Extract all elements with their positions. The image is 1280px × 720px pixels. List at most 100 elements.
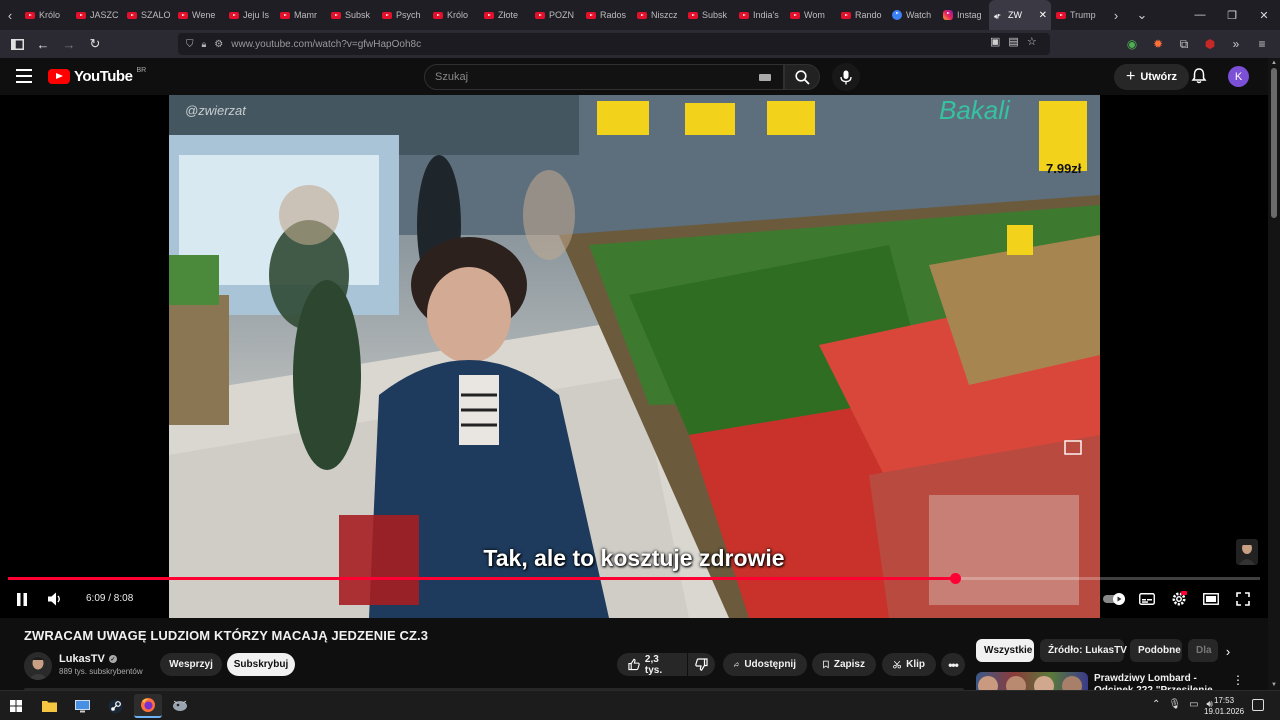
microphone-tray-icon[interactable]: 🎙︎: [1168, 699, 1181, 710]
more-actions-button[interactable]: •••: [941, 653, 965, 676]
taskbar-app[interactable]: [166, 694, 194, 718]
notification-center-icon[interactable]: [1252, 699, 1264, 711]
filter-chip[interactable]: Podobne: [1130, 639, 1182, 662]
browser-tab[interactable]: Subsk: [326, 0, 377, 30]
chevron-right-icon[interactable]: ›: [1218, 640, 1238, 662]
bookmark-star-icon[interactable]: ☆: [1027, 35, 1037, 48]
taskbar-file-explorer[interactable]: [35, 694, 63, 718]
shield-icon[interactable]: ⛉: [186, 39, 194, 50]
progress-bar[interactable]: [8, 573, 1260, 584]
close-window-icon[interactable]: ✕: [1248, 0, 1280, 30]
browser-tab[interactable]: Psych: [377, 0, 428, 30]
vpn-extension-icon[interactable]: ◉: [1122, 32, 1142, 56]
minimize-icon[interactable]: —: [1184, 0, 1216, 30]
address-bar[interactable]: ⛉ 🔒︎ ⚙ www.youtube.com/watch?v=gfwHapOoh…: [178, 33, 1050, 55]
browser-tab[interactable]: Królo: [428, 0, 479, 30]
recommendation-more-icon[interactable]: ⋮: [1232, 673, 1244, 687]
pause-button[interactable]: [12, 588, 32, 610]
notifications-bell-icon[interactable]: [1190, 67, 1208, 85]
browser-tab[interactable]: Instag: [938, 0, 989, 30]
app-menu-icon[interactable]: ≡: [1252, 32, 1272, 56]
browser-tab[interactable]: Jeju Is: [224, 0, 275, 30]
start-button[interactable]: [2, 694, 30, 718]
progress-scrubber-handle[interactable]: [949, 573, 961, 584]
filter-chip[interactable]: Wszystkie: [976, 639, 1034, 662]
sidebar-toggle-icon[interactable]: [5, 32, 29, 56]
channel-name-row[interactable]: LukasTV ✓: [59, 653, 117, 665]
clip-button[interactable]: Klip: [882, 653, 936, 676]
browser-tab[interactable]: Wene: [173, 0, 224, 30]
browser-tab[interactable]: India's: [734, 0, 785, 30]
settings-button[interactable]: [1168, 588, 1190, 610]
filter-chip[interactable]: Źródło: LukasTV: [1040, 639, 1127, 662]
recommendation-title[interactable]: Prawdziwy Lombard - Odcinek 222 "Przesil…: [1094, 673, 1224, 690]
browser-tab[interactable]: Rando: [836, 0, 887, 30]
browser-tab[interactable]: Królo: [20, 0, 71, 30]
subscribe-button[interactable]: Subskrybuj: [227, 653, 295, 676]
dislike-button[interactable]: [688, 653, 715, 676]
tab-scroll-left-icon[interactable]: ‹: [0, 0, 20, 30]
scroll-up-icon[interactable]: ▲: [1271, 60, 1277, 66]
browser-tab[interactable]: Mamr: [275, 0, 326, 30]
forward-icon[interactable]: →: [57, 32, 81, 56]
url-text[interactable]: www.youtube.com/watch?v=gfwHapOoh8c: [231, 39, 421, 50]
voice-search-button[interactable]: [832, 63, 860, 91]
close-tab-icon[interactable]: ✕: [1039, 10, 1047, 21]
taskbar-steam[interactable]: [101, 694, 129, 718]
browser-tab[interactable]: Wom: [785, 0, 836, 30]
like-button[interactable]: 2,3 tys.: [617, 653, 687, 676]
tab-scroll-right-icon[interactable]: ›: [1106, 0, 1126, 30]
channel-name[interactable]: LukasTV: [59, 653, 105, 665]
browser-tab[interactable]: 🔊︎ ZW ✕: [989, 0, 1051, 30]
youtube-logo[interactable]: YouTube BR: [48, 67, 146, 85]
miniplayer-button[interactable]: [1200, 588, 1222, 610]
restore-icon[interactable]: ❐: [1216, 0, 1248, 30]
share-button[interactable]: Udostępnij: [723, 653, 807, 676]
keyboard-icon[interactable]: [759, 73, 771, 81]
taskbar-clock[interactable]: 17:53 19.01.2026: [1204, 695, 1244, 717]
scroll-down-icon[interactable]: ▼: [1271, 682, 1277, 688]
tab-list-dropdown-icon[interactable]: ⌄: [1132, 0, 1152, 30]
taskbar-computer-app[interactable]: [68, 694, 96, 718]
browser-tab[interactable]: POZN: [530, 0, 581, 30]
network-icon[interactable]: ▭: [1189, 699, 1198, 710]
browser-tab[interactable]: Watch: [887, 0, 938, 30]
ublock-extension-icon[interactable]: ⬢: [1200, 32, 1220, 56]
video-frame[interactable]: 7.99zł Bakali @zwierzat: [169, 95, 1100, 618]
taskbar-firefox[interactable]: [134, 694, 162, 718]
browser-tab[interactable]: Złote: [479, 0, 530, 30]
autoplay-toggle[interactable]: [1102, 588, 1128, 610]
guide-menu-icon[interactable]: [16, 69, 32, 83]
extensions-icon[interactable]: ⧉: [1174, 32, 1194, 56]
tray-overflow-icon[interactable]: ⌃: [1152, 699, 1160, 710]
permissions-icon[interactable]: ⚙: [214, 39, 223, 50]
browser-tab[interactable]: Subsk: [683, 0, 734, 30]
mute-button[interactable]: [44, 588, 66, 610]
browser-tab[interactable]: JASZC: [71, 0, 122, 30]
fullscreen-button[interactable]: [1232, 588, 1254, 610]
page-scrollbar[interactable]: ▲ ▼: [1268, 58, 1280, 690]
channel-watermark-avatar[interactable]: [1236, 539, 1258, 565]
lock-icon[interactable]: 🔒︎: [202, 39, 207, 50]
fox-extension-icon[interactable]: ✹: [1148, 32, 1168, 56]
recommendation-thumbnail[interactable]: [976, 672, 1088, 690]
captions-button[interactable]: [1136, 588, 1158, 610]
picture-in-picture-icon[interactable]: ▣: [990, 35, 1000, 48]
search-button[interactable]: [784, 64, 820, 90]
support-button[interactable]: Wesprzyj: [160, 653, 222, 676]
back-icon[interactable]: ←: [31, 32, 55, 56]
browser-tab[interactable]: Rados: [581, 0, 632, 30]
scrollbar-thumb[interactable]: [1271, 68, 1277, 218]
reload-icon[interactable]: ↻: [83, 32, 107, 56]
save-button[interactable]: Zapisz: [812, 653, 876, 676]
video-player[interactable]: 7.99zł Bakali @zwierzat Tak, ale to kosz…: [0, 95, 1268, 618]
browser-tab[interactable]: SZALO: [122, 0, 173, 30]
browser-tab[interactable]: Trump: [1051, 0, 1102, 30]
browser-tab[interactable]: Niszcz: [632, 0, 683, 30]
create-button[interactable]: + Utwórz: [1114, 64, 1190, 90]
overflow-menu-icon[interactable]: »: [1226, 32, 1246, 56]
account-avatar[interactable]: K: [1228, 66, 1249, 87]
channel-avatar[interactable]: [24, 652, 52, 680]
reader-view-icon[interactable]: ▤: [1008, 35, 1018, 48]
search-input[interactable]: Szukaj: [424, 64, 784, 90]
